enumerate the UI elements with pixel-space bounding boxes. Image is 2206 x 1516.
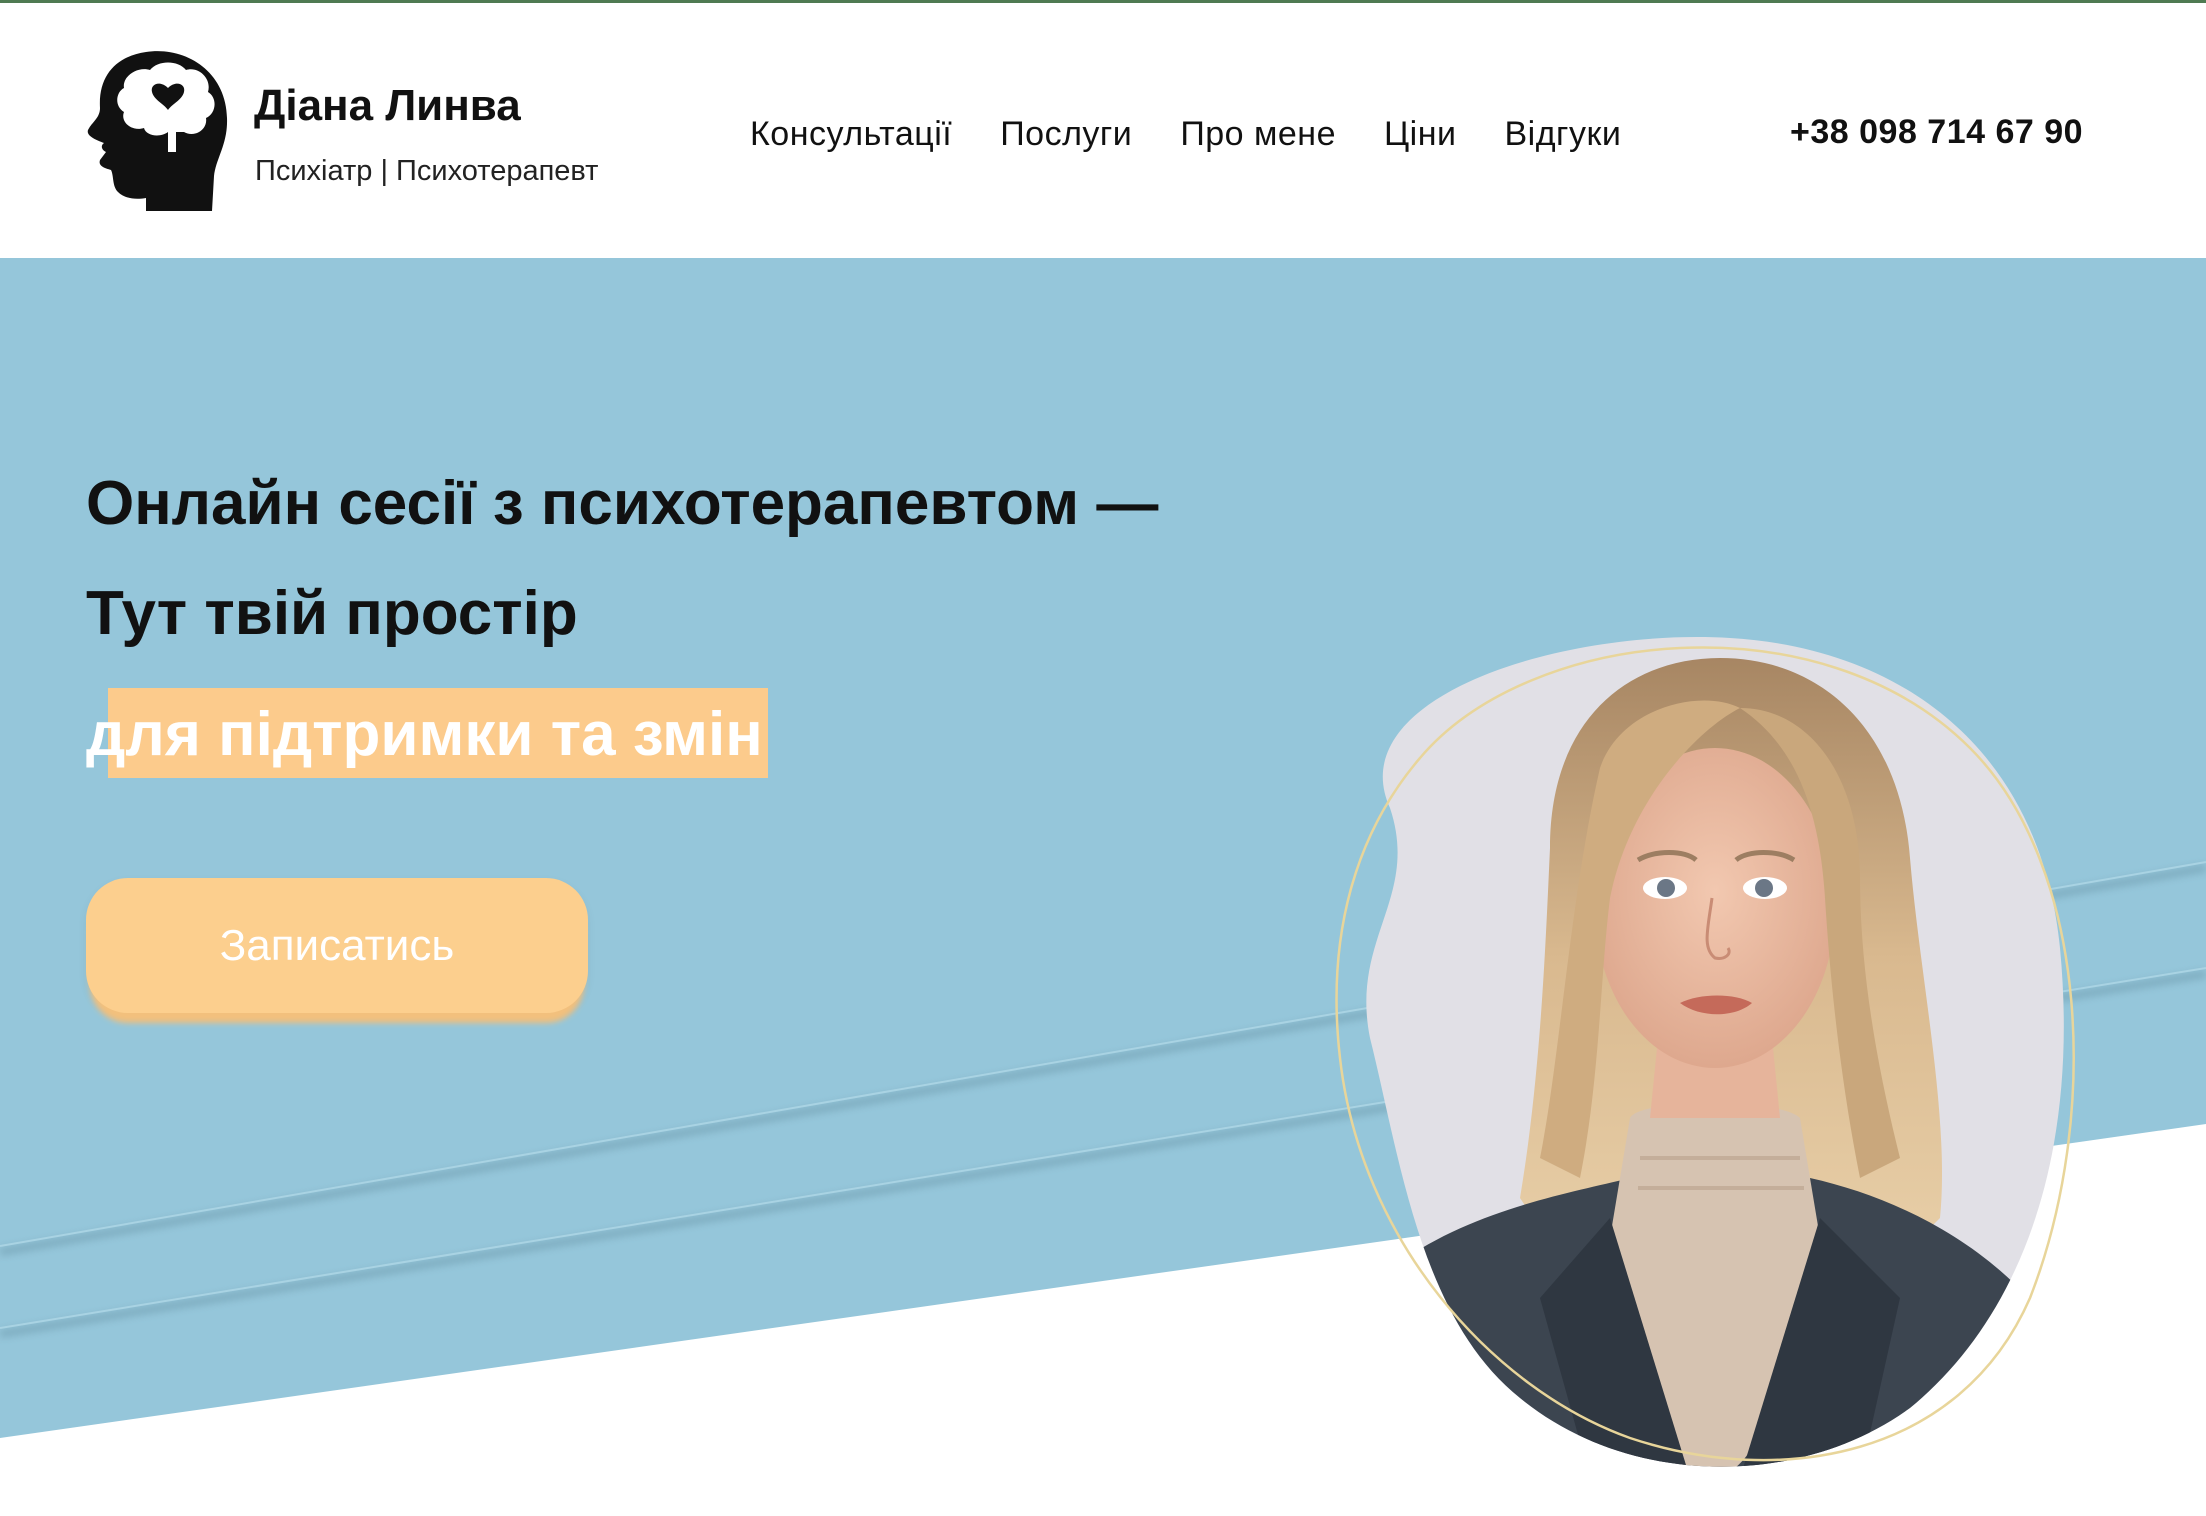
site-header: Діана Линва Психіатр | Психотерапевт Кон… [0,3,2206,258]
nav-link-services[interactable]: Послуги [1000,115,1132,154]
head-brain-heart-icon[interactable] [84,48,229,213]
nav-link-reviews[interactable]: Відгуки [1504,115,1621,154]
hero-title-line1: Онлайн сесії з психотерапевтом — [86,469,1159,538]
book-session-button[interactable]: Записатись [86,878,588,1013]
brand-name[interactable]: Діана Линва [254,81,521,131]
portrait-photo [1335,637,2075,1467]
page: Діана Линва Психіатр | Психотерапевт Кон… [0,0,2206,1516]
nav-link-consultations[interactable]: Консультації [750,115,952,154]
nav-link-prices[interactable]: Ціни [1384,115,1456,154]
hero-title-line2: Тут твій простір [86,579,578,648]
hero-section: Онлайн сесії з психотерапевтом — Тут тві… [0,258,2206,1516]
nav-link-about[interactable]: Про мене [1180,115,1336,154]
phone-link[interactable]: +38 098 714 67 90 [1790,113,2083,152]
brand-subtitle: Психіатр | Психотерапевт [255,155,599,187]
hero-title-highlight: для підтримки та змін [86,688,768,780]
main-nav: Консультації Послуги Про мене Ціни Відгу… [750,115,1621,154]
hero-title-highlight-text: для підтримки та змін [86,700,763,769]
